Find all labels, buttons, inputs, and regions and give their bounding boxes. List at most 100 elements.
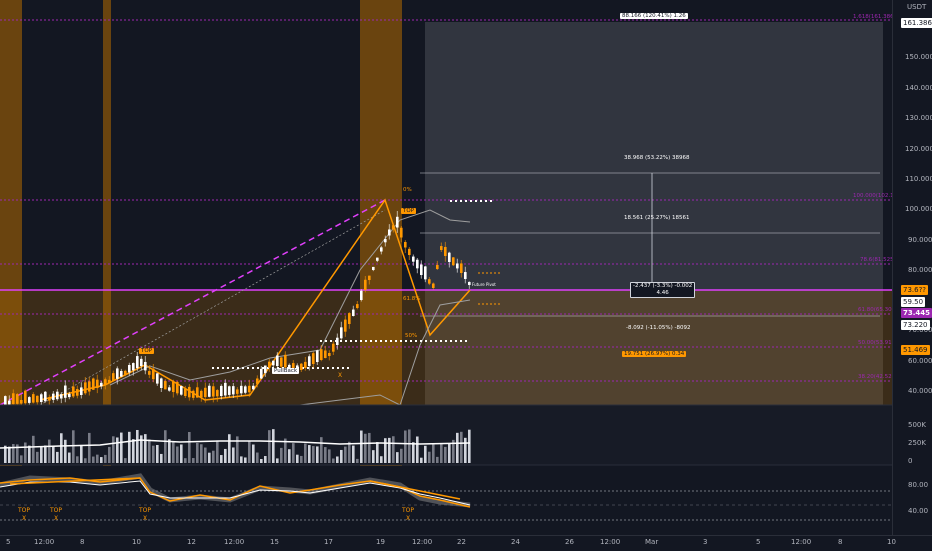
candle xyxy=(128,365,131,373)
volume-bar xyxy=(384,438,387,463)
candle xyxy=(112,373,115,381)
volume-bar xyxy=(304,443,307,463)
candle xyxy=(156,373,159,384)
candle xyxy=(416,259,419,269)
candle xyxy=(272,360,275,366)
volume-bar xyxy=(420,457,423,463)
volume-bar xyxy=(32,435,35,463)
candle xyxy=(460,263,463,273)
time-label: 15 xyxy=(270,538,279,546)
rsi-top-marker: TOP xyxy=(50,507,63,514)
candle xyxy=(120,370,123,377)
price-tick: 110.000 xyxy=(905,175,932,183)
time-label: 12:00 xyxy=(34,538,55,546)
measure-center-line1: -2.437 (-3.3%) -0.002 xyxy=(633,283,693,289)
candle xyxy=(452,257,455,266)
volume-bar xyxy=(252,444,255,463)
volume-bar xyxy=(340,449,343,463)
volume-bar xyxy=(240,456,243,463)
rsi-top-marker: TOP xyxy=(18,507,31,514)
volume-bar xyxy=(212,450,215,463)
candle xyxy=(232,386,235,395)
candle xyxy=(104,379,107,385)
volume-bar xyxy=(464,437,467,463)
volume-bar xyxy=(40,446,43,463)
candle xyxy=(360,290,363,300)
candle xyxy=(268,361,271,368)
candle xyxy=(16,394,19,404)
volume-bar xyxy=(108,446,111,463)
price-axis[interactable]: USDT 150.000 140.000 130.000 120.000 110… xyxy=(892,0,932,535)
volume-bar xyxy=(8,446,11,463)
candle xyxy=(316,350,319,362)
time-label: 5 xyxy=(6,538,11,546)
time-label: 5 xyxy=(756,538,761,546)
candle xyxy=(424,266,427,280)
rsi-x-marker: X xyxy=(406,515,411,522)
candle xyxy=(96,379,99,389)
candle xyxy=(276,355,279,366)
volume-bar xyxy=(24,442,27,463)
rsi-x-marker: X xyxy=(143,515,148,522)
volume-bar xyxy=(52,445,55,463)
candle xyxy=(248,385,251,393)
volume-bar xyxy=(44,445,47,463)
volume-bar xyxy=(124,458,127,463)
volume-bar xyxy=(148,439,151,463)
candle xyxy=(376,257,379,261)
volume-bar xyxy=(440,443,443,463)
candle xyxy=(356,304,359,308)
volume-bar xyxy=(172,441,175,463)
volume-bar xyxy=(328,449,331,463)
candle xyxy=(324,350,327,358)
small-label: Future Pivot xyxy=(472,282,496,287)
volume-bar xyxy=(80,444,83,463)
chart-canvas[interactable] xyxy=(0,0,932,550)
volume-bar xyxy=(68,452,71,463)
candle xyxy=(320,349,323,360)
time-axis[interactable]: 5 12:00 8 10 12 12:00 15 17 19 12:00 22 … xyxy=(0,535,932,551)
candle xyxy=(256,378,259,384)
volume-bar xyxy=(336,456,339,463)
candle xyxy=(8,400,11,405)
candle xyxy=(12,393,15,405)
volume-bar xyxy=(264,456,267,463)
volume-bar xyxy=(432,444,435,463)
candle xyxy=(408,248,411,255)
candle xyxy=(404,242,407,248)
candle xyxy=(392,225,395,230)
candle xyxy=(212,386,215,397)
candle xyxy=(200,390,203,398)
volume-bar xyxy=(268,430,271,463)
volume-bar xyxy=(116,437,119,463)
volume-bar xyxy=(168,439,171,463)
candle xyxy=(192,390,195,398)
candle xyxy=(76,389,79,396)
time-label: 19 xyxy=(376,538,385,546)
candle xyxy=(140,358,143,366)
time-label: 10 xyxy=(132,538,141,546)
candle xyxy=(384,239,387,243)
volume-bar xyxy=(468,429,471,463)
volume-bar xyxy=(456,432,459,463)
candle xyxy=(228,386,231,395)
candle xyxy=(48,397,51,401)
candle xyxy=(216,390,219,397)
candle xyxy=(116,368,119,379)
volume-bar xyxy=(272,429,275,463)
volume-bar xyxy=(36,451,39,463)
candle xyxy=(308,356,311,366)
candle xyxy=(440,246,443,250)
volume-bar xyxy=(220,455,223,463)
rsi-x-marker: X xyxy=(22,515,27,522)
candle xyxy=(464,272,467,279)
volume-bar xyxy=(364,433,367,463)
candle xyxy=(164,381,167,390)
candle xyxy=(224,382,227,396)
volume-bar xyxy=(376,442,379,463)
fib-label: 1.618(161.386) xyxy=(853,14,896,20)
volume-bar xyxy=(300,455,303,463)
candle xyxy=(400,227,403,238)
candle xyxy=(456,263,459,269)
currency-label: USDT xyxy=(907,3,927,11)
